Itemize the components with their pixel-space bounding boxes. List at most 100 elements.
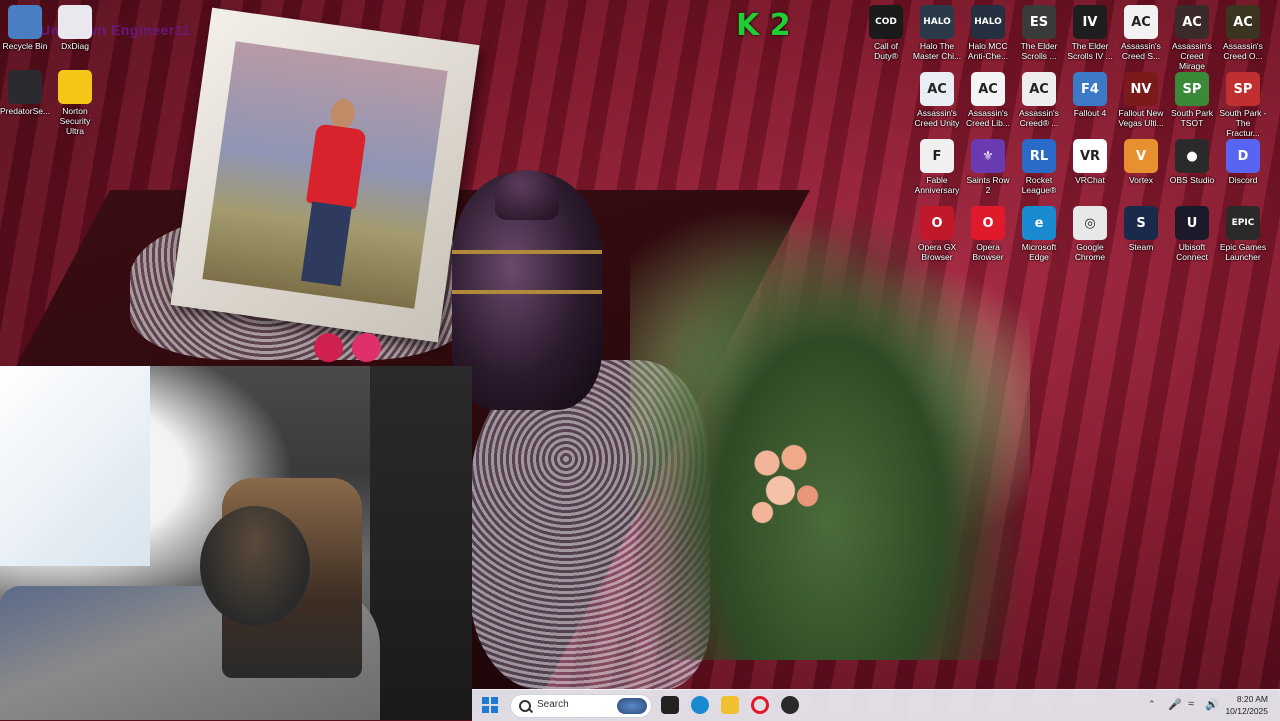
norton-icon — [58, 70, 92, 104]
search-highlight-icon — [617, 698, 647, 714]
clock-time: 8:20 AM — [1236, 694, 1268, 704]
edge-icon: e — [1022, 206, 1056, 240]
microphone-icon[interactable]: 🎤 — [1168, 698, 1182, 711]
fallout4-icon: F4 — [1073, 72, 1107, 106]
edge-taskbar-icon[interactable] — [691, 696, 709, 714]
ac-unity-icon: AC — [920, 72, 954, 106]
desktop-icon-label: Saints Row 2 — [966, 175, 1010, 195]
taskbar-clock[interactable]: 8:20 AM 10/12/2025 — [1225, 693, 1268, 717]
desktop-icon[interactable]: DxDiag — [50, 5, 100, 51]
elder-scrolls-icon: ES — [1022, 5, 1056, 39]
desktop-icon[interactable]: AC Assassin's Creed S... — [1116, 5, 1166, 61]
ac-mirage-icon: AC — [1175, 5, 1209, 39]
desktop-icon[interactable]: AC Assassin's Creed® ... — [1014, 72, 1064, 128]
desktop-icon[interactable]: O Opera Browser — [963, 206, 1013, 262]
oblivion-icon: IV — [1073, 5, 1107, 39]
desktop-icon-label: Assassin's Creed® ... — [1019, 108, 1059, 128]
wifi-icon[interactable]: ≈ — [1188, 698, 1194, 710]
desktop-icon[interactable]: D Discord — [1218, 139, 1268, 185]
desktop-icon[interactable]: SP South Park - The Fractur... — [1218, 72, 1268, 138]
photo-person-shirt — [305, 123, 367, 210]
desktop-icon-label: Assassin's Creed S... — [1121, 41, 1161, 61]
document-icon — [58, 5, 92, 39]
opera-taskbar-icon[interactable] — [751, 696, 769, 714]
obs-icon: ● — [1175, 139, 1209, 173]
desktop-icon[interactable]: EPIC Epic Games Launcher — [1218, 206, 1268, 262]
desktop-icon-label: Assassin's Creed Lib... — [966, 108, 1010, 128]
wallpaper-urn-lid — [495, 170, 559, 220]
desktop-icon[interactable]: F Fable Anniversary — [912, 139, 962, 195]
desktop-icon[interactable]: VR VRChat — [1065, 139, 1115, 185]
desktop-icon[interactable]: ● OBS Studio — [1167, 139, 1217, 185]
desktop-icon[interactable]: SP South Park TSOT — [1167, 72, 1217, 128]
fallout-nv-icon: NV — [1124, 72, 1158, 106]
desktop-icon[interactable]: HALO Halo The Master Chi... — [912, 5, 962, 61]
desktop-icon-label: The Elder Scrolls ... — [1020, 41, 1058, 61]
desktop-icon-label: Epic Games Launcher — [1219, 242, 1267, 262]
discord-icon: D — [1226, 139, 1260, 173]
desktop-icon[interactable]: COD Call of Duty® — [861, 5, 911, 61]
desktop-icon[interactable]: IV The Elder Scrolls IV ... — [1065, 5, 1115, 61]
wallpaper-roses — [300, 330, 395, 365]
desktop-icon-label: Fallout New Vegas Ulti... — [1118, 108, 1164, 128]
desktop-icon[interactable]: e Microsoft Edge — [1014, 206, 1064, 262]
saints-row-icon: ⚜ — [971, 139, 1005, 173]
desktop-icon-label: South Park - The Fractur... — [1219, 108, 1267, 138]
desktop-icon-label: Steam — [1128, 242, 1154, 252]
ac-generic-icon: AC — [1022, 72, 1056, 106]
desktop-icon[interactable]: HALO Halo MCC Anti-Che... — [963, 5, 1013, 61]
desktop-icon[interactable]: V Vortex — [1116, 139, 1166, 185]
volume-icon[interactable]: 🔊 — [1205, 698, 1219, 711]
desktop-icon[interactable]: U Ubisoft Connect — [1167, 206, 1217, 262]
desktop-icon-label: Assassin's Creed O... — [1223, 41, 1263, 61]
desktop-icon-label: Google Chrome — [1074, 242, 1106, 262]
predator-icon — [8, 70, 42, 104]
taskbar-search-box[interactable]: Search — [510, 694, 652, 718]
desktop-icon[interactable]: Recycle Bin — [0, 5, 50, 51]
search-icon — [519, 700, 531, 712]
start-button[interactable] — [482, 697, 499, 714]
desktop-icon[interactable]: Norton Security Ultra — [50, 70, 100, 136]
desktop-icon-label: Call of Duty® — [873, 41, 899, 61]
webcam-person — [200, 506, 310, 626]
task-view-icon[interactable] — [661, 696, 679, 714]
desktop-icon-label: OBS Studio — [1169, 175, 1215, 185]
desktop-icon[interactable]: AC Assassin's Creed Unity — [912, 72, 962, 128]
halo-mcc-icon: HALO — [971, 5, 1005, 39]
desktop-icon[interactable]: O Opera GX Browser — [912, 206, 962, 262]
desktop-icon[interactable]: RL Rocket League® — [1014, 139, 1064, 195]
chrome-icon: ◎ — [1073, 206, 1107, 240]
fable-icon: F — [920, 139, 954, 173]
desktop-icon[interactable]: AC Assassin's Creed Mirage — [1167, 5, 1217, 71]
clock-date: 10/12/2025 — [1225, 706, 1268, 716]
desktop-icon[interactable]: ◎ Google Chrome — [1065, 206, 1115, 262]
obs-taskbar-icon[interactable] — [781, 696, 799, 714]
desktop-icon[interactable]: PredatorSe... — [0, 70, 50, 116]
desktop-icon-label: Opera GX Browser — [917, 242, 957, 262]
desktop-icon-label: Microsoft Edge — [1021, 242, 1057, 262]
desktop-icon[interactable]: S Steam — [1116, 206, 1166, 252]
south-park-icon: SP — [1175, 72, 1209, 106]
desktop-icon-label: Assassin's Creed Unity — [914, 108, 960, 128]
desktop-icon[interactable]: ES The Elder Scrolls ... — [1014, 5, 1064, 61]
desktop-icon[interactable]: NV Fallout New Vegas Ulti... — [1116, 72, 1166, 128]
vortex-icon: V — [1124, 139, 1158, 173]
halo-icon: HALO — [920, 5, 954, 39]
desktop-icon[interactable]: AC Assassin's Creed O... — [1218, 5, 1268, 61]
desktop-icon-label: VRChat — [1075, 175, 1105, 185]
opera-icon: O — [971, 206, 1005, 240]
desktop-icon-label: Halo MCC Anti-Che... — [967, 41, 1009, 61]
wallpaper-photo-frame — [170, 7, 480, 343]
rocket-league-icon: RL — [1022, 139, 1056, 173]
south-park-fbw-icon: SP — [1226, 72, 1260, 106]
ac-liberation-icon: AC — [971, 72, 1005, 106]
desktop-icon-label: Vortex — [1128, 175, 1154, 185]
ac-origins-icon: AC — [1226, 5, 1260, 39]
desktop-icon[interactable]: AC Assassin's Creed Lib... — [963, 72, 1013, 128]
desktop-icon[interactable]: ⚜ Saints Row 2 — [963, 139, 1013, 195]
wallpaper-plant — [630, 200, 1030, 660]
webcam-bright-window — [0, 366, 150, 566]
desktop-icon[interactable]: F4 Fallout 4 — [1065, 72, 1115, 118]
chevron-up-icon[interactable]: ⌃ — [1148, 699, 1156, 710]
file-explorer-icon[interactable] — [721, 696, 739, 714]
